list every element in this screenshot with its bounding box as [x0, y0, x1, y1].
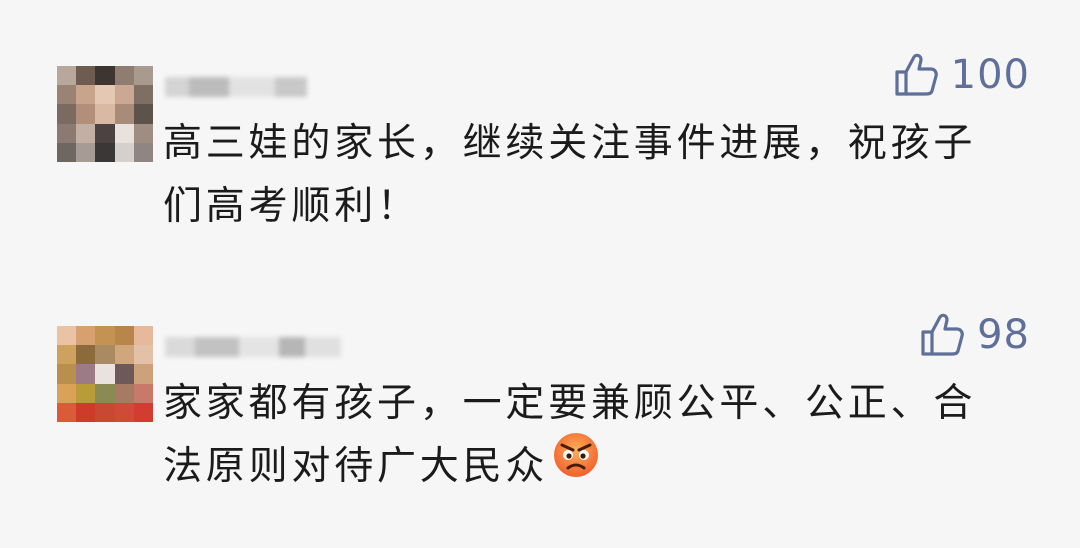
nickname-blurred[interactable]	[165, 74, 307, 100]
avatar-pixel	[133, 142, 153, 162]
avatar-pixel	[114, 383, 134, 403]
avatar-pixel	[76, 104, 96, 124]
avatar-pixel	[114, 142, 134, 162]
avatar-pixel	[76, 345, 96, 365]
avatar-pixel	[57, 383, 77, 403]
avatar-pixel	[95, 66, 115, 86]
avatar-pixel	[95, 104, 115, 124]
comment-text: 家家都有孩子，一定要兼顾公平、公正、合法原则对待广大民众	[163, 372, 993, 502]
avatar-pixel	[57, 66, 77, 86]
avatar-pixel	[133, 364, 153, 384]
avatar-pixel	[114, 66, 134, 86]
avatar[interactable]	[57, 326, 153, 422]
like-button[interactable]: 98	[919, 312, 1030, 358]
avatar-pixel	[95, 123, 115, 143]
avatar-pixel	[57, 345, 77, 365]
avatar-pixel	[57, 142, 77, 162]
avatar-pixel	[95, 383, 115, 403]
avatar-pixel	[114, 104, 134, 124]
avatar-pixel	[133, 383, 153, 403]
angry-face-icon	[552, 431, 600, 498]
nickname-blurred[interactable]	[165, 334, 341, 360]
avatar-pixel	[76, 142, 96, 162]
avatar-pixel	[76, 402, 96, 422]
avatar-pixel	[95, 326, 115, 346]
avatar-pixel	[57, 364, 77, 384]
comment-item: 98 家家都有孩子，一定要兼顾公平、公正、合法原则对待广大民众	[0, 308, 1080, 538]
thumbs-up-icon	[919, 312, 965, 358]
avatar-pixel	[133, 326, 153, 346]
avatar-pixel	[95, 345, 115, 365]
avatar-pixel	[133, 123, 153, 143]
avatar-pixel	[57, 104, 77, 124]
avatar-pixel	[76, 85, 96, 105]
avatar-pixel	[57, 326, 77, 346]
avatar-pixel	[95, 402, 115, 422]
avatar-pixel	[57, 85, 77, 105]
avatar-pixel	[95, 85, 115, 105]
avatar-pixel	[57, 402, 77, 422]
avatar-pixel	[114, 345, 134, 365]
avatar-pixel	[114, 85, 134, 105]
avatar-pixel	[133, 104, 153, 124]
comment-text: 高三娃的家长，继续关注事件进展，祝孩子们高考顺利！	[163, 121, 977, 229]
avatar[interactable]	[57, 66, 153, 162]
avatar-pixel	[133, 85, 153, 105]
avatar-pixel	[114, 326, 134, 346]
avatar-pixel	[76, 383, 96, 403]
avatar-pixel	[133, 66, 153, 86]
avatar-pixel	[57, 123, 77, 143]
avatar-pixel	[95, 364, 115, 384]
avatar-pixel	[114, 123, 134, 143]
avatar-pixel	[95, 142, 115, 162]
like-button[interactable]: 100	[893, 52, 1030, 98]
thumbs-up-icon	[893, 52, 939, 98]
avatar-pixel	[114, 402, 134, 422]
avatar-pixel	[76, 326, 96, 346]
avatar-pixel	[76, 364, 96, 384]
avatar-pixel	[133, 345, 153, 365]
avatar-pixel	[114, 364, 134, 384]
avatar-pixel	[76, 123, 96, 143]
like-count: 98	[977, 312, 1030, 358]
avatar-pixel	[76, 66, 96, 86]
comment-item: 100 高三娃的家长，继续关注事件进展，祝孩子们高考顺利！	[0, 48, 1080, 278]
like-count: 100	[950, 52, 1030, 98]
avatar-pixel	[133, 402, 153, 422]
